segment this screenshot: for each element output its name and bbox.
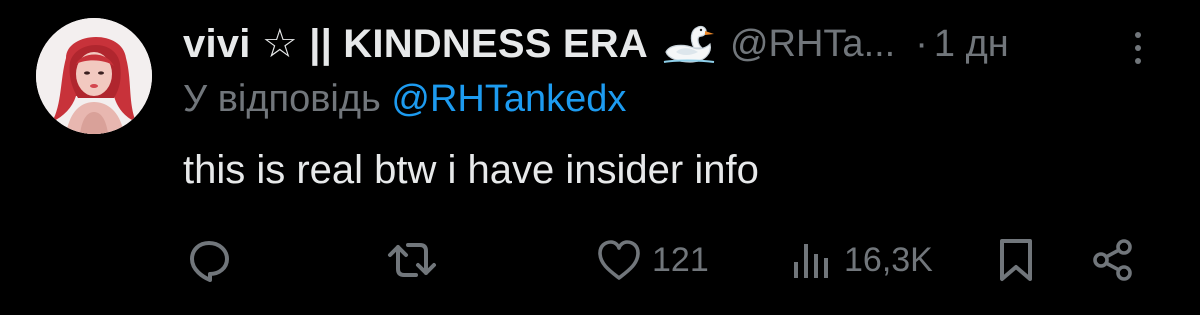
reply-button[interactable] bbox=[186, 236, 232, 284]
timestamp[interactable]: 1 дн bbox=[934, 23, 1009, 66]
views-button[interactable]: 16,3K bbox=[790, 236, 933, 284]
bookmark-icon bbox=[1000, 239, 1032, 281]
reply-mention-link[interactable]: @RHTankedx bbox=[391, 78, 626, 120]
heart-icon bbox=[598, 240, 640, 280]
share-icon bbox=[1093, 239, 1132, 281]
handle[interactable]: @RHTa... bbox=[730, 23, 895, 66]
separator: · bbox=[915, 22, 928, 65]
reply-icon bbox=[190, 241, 229, 282]
views-count: 16,3K bbox=[844, 240, 933, 279]
reply-context: У відповідь @RHTankedx bbox=[183, 78, 626, 121]
views-icon bbox=[794, 244, 828, 278]
swan-icon bbox=[660, 22, 716, 66]
tweet-text: this is real btw i have insider info bbox=[183, 148, 759, 192]
like-button[interactable]: 121 bbox=[596, 236, 709, 284]
avatar[interactable] bbox=[36, 18, 152, 134]
display-name[interactable]: vivi ☆ || KINDNESS ERA bbox=[183, 21, 648, 67]
repost-button[interactable] bbox=[386, 236, 438, 284]
more-options-button[interactable] bbox=[1128, 28, 1148, 68]
share-button[interactable] bbox=[1090, 236, 1136, 284]
repost-icon bbox=[388, 243, 436, 277]
bookmark-button[interactable] bbox=[998, 236, 1034, 284]
more-icon bbox=[1135, 32, 1141, 64]
like-count: 121 bbox=[652, 240, 709, 279]
tweet-header: vivi ☆ || KINDNESS ERA @RHTa... · 1 дн bbox=[183, 16, 1009, 72]
avatar-image bbox=[36, 18, 152, 134]
tweet[interactable]: vivi ☆ || KINDNESS ERA @RHTa... · 1 дн У… bbox=[0, 0, 1200, 315]
reply-prefix: У відповідь bbox=[183, 78, 381, 120]
